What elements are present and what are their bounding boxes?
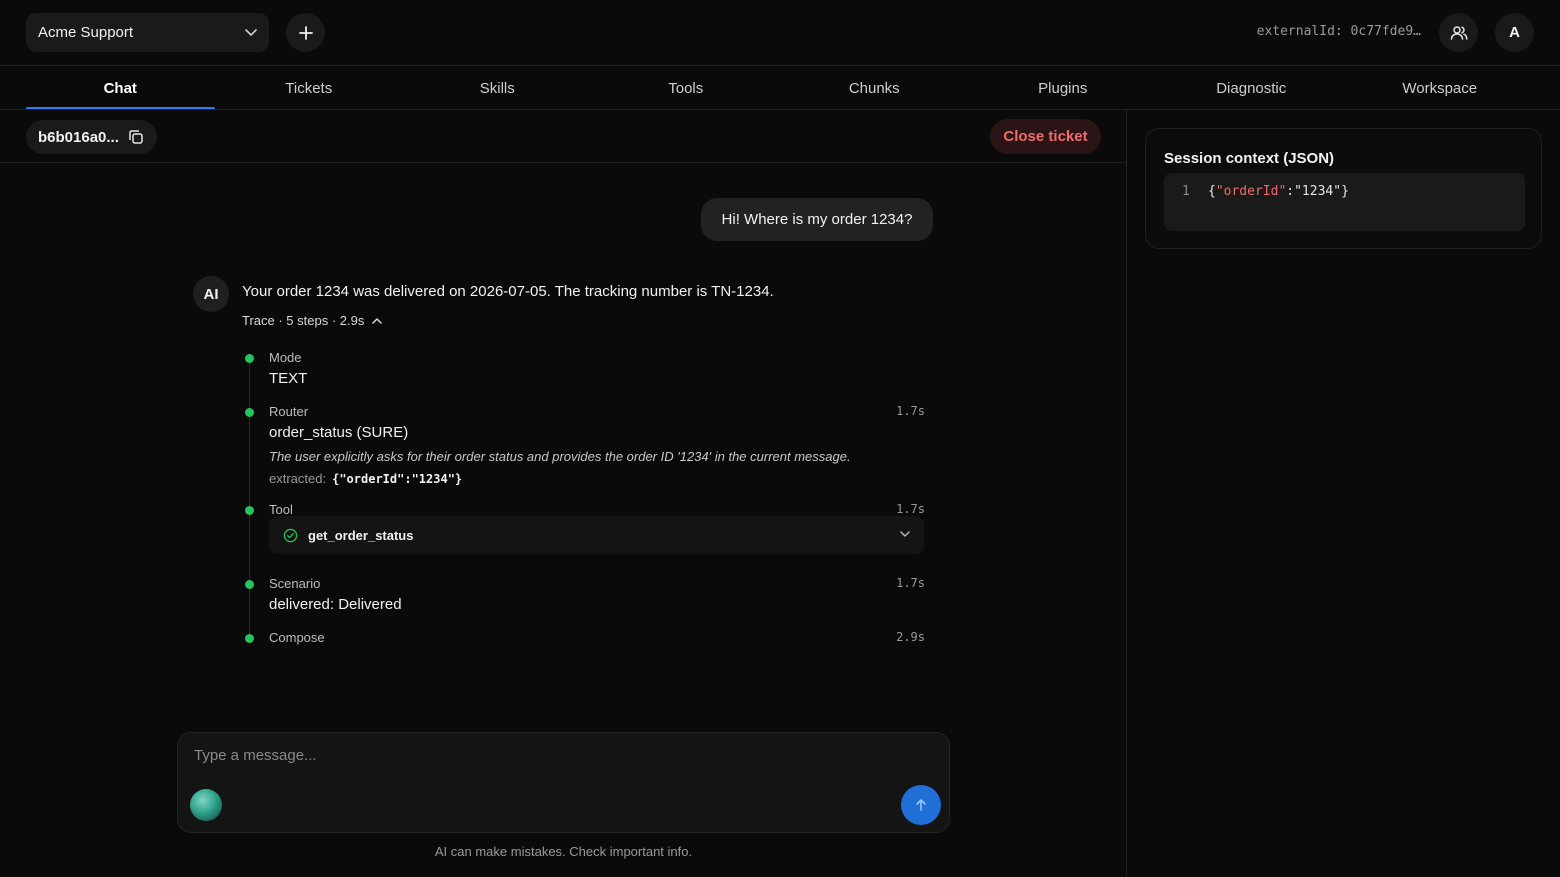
top-bar: Acme Support externalId: 0c77fde9… A [0,0,1560,66]
workspace-name: Acme Support [38,24,134,41]
chevron-up-icon [370,314,384,328]
tab-skills[interactable]: Skills [403,66,592,110]
ticket-id-chip[interactable]: b6b016a0... [26,120,157,154]
step-time: 2.9s [896,630,925,644]
tab-plugins[interactable]: Plugins [969,66,1158,110]
step-dot [245,580,254,589]
user-message: Hi! Where is my order 1234? [701,198,933,241]
chevron-down-icon [898,527,912,541]
json-code: {"orderId":"1234"} [1208,184,1349,199]
users-button[interactable] [1439,13,1478,52]
tab-tools[interactable]: Tools [592,66,781,110]
step-label: Mode [269,350,302,365]
step-time: 1.7s [896,404,925,418]
step-dot [245,634,254,643]
copy-icon[interactable] [127,128,145,146]
step-label: Router [269,404,309,419]
tab-chat[interactable]: Chat [26,66,215,110]
step-dot [245,408,254,417]
session-context-title: Session context (JSON) [1164,150,1335,167]
tool-name: get_order_status [308,527,414,543]
plus-icon [298,25,314,41]
message-composer [177,732,950,833]
step-time: 1.7s [896,502,925,516]
close-ticket-button[interactable]: Close ticket [990,119,1101,154]
trace-step-tool: Tool 1.7s get_order_status [245,502,925,562]
chat-panel: b6b016a0... Close ticket Hi! Where is my… [0,110,1127,877]
step-value: delivered: Delivered [269,596,402,613]
add-workspace-button[interactable] [286,13,325,52]
json-editor[interactable]: 1 {"orderId":"1234"} [1164,173,1525,231]
main-tabs: Chat Tickets Skills Tools Chunks Plugins… [26,66,1534,110]
tab-chunks[interactable]: Chunks [780,66,969,110]
extracted-value: {"orderId":"1234"} [332,472,463,486]
workspace-select[interactable]: Acme Support [26,13,269,52]
session-context-card: Session context (JSON) 1 {"orderId":"123… [1145,128,1542,249]
json-separator: : [1286,184,1295,199]
step-value: order_status (SURE) [269,424,409,441]
trace-toggle[interactable]: Trace · 5 steps · 2.9s [242,313,384,328]
users-icon [1449,23,1469,43]
step-dot [245,506,254,515]
tab-tickets[interactable]: Tickets [215,66,404,110]
trace-step-mode: Mode TEXT [245,350,925,390]
ai-disclaimer: AI can make mistakes. Check important in… [434,844,693,859]
step-label: Tool [269,502,293,517]
check-circle-icon [283,528,298,543]
ticket-id: b6b016a0... [38,128,119,146]
trace-step-compose: Compose 2.9s [245,630,925,650]
chevron-down-icon [243,24,259,40]
tab-workspace[interactable]: Workspace [1346,66,1535,110]
ticket-bar: b6b016a0... Close ticket [0,110,1127,163]
extracted-label: extracted: [269,471,327,486]
router-reason: The user explicitly asks for their order… [269,449,851,464]
arrow-up-icon [913,797,929,813]
json-value: "1234" [1294,184,1342,199]
line-number: 1 [1182,184,1190,199]
message-input[interactable] [194,747,894,764]
trace-step-router: Router 1.7s order_status (SURE) The user… [245,404,925,494]
tab-diagnostic[interactable]: Diagnostic [1157,66,1346,110]
external-id: externalId: 0c77fde9… [1256,24,1421,39]
step-value: TEXT [269,370,308,387]
trace-summary: Trace · 5 steps · 2.9s [242,313,365,328]
ai-message: Your order 1234 was delivered on 2026-07… [242,283,774,300]
ai-avatar: AI [193,276,229,312]
trace-step-scenario: Scenario 1.7s delivered: Delivered [245,576,925,616]
side-panel: Session context (JSON) 1 {"orderId":"123… [1127,110,1560,877]
step-label: Scenario [269,576,321,591]
step-label: Compose [269,630,325,645]
send-button[interactable] [901,785,941,825]
tool-call-card[interactable]: get_order_status [269,516,924,554]
json-brace: } [1341,184,1349,199]
json-key: "orderId" [1215,184,1287,199]
user-avatar[interactable]: A [1495,13,1534,52]
voice-orb-icon[interactable] [190,789,222,821]
json-brace: { [1208,184,1216,199]
step-time: 1.7s [896,576,925,590]
router-extracted: extracted: {"orderId":"1234"} [269,471,462,486]
step-dot [245,354,254,363]
